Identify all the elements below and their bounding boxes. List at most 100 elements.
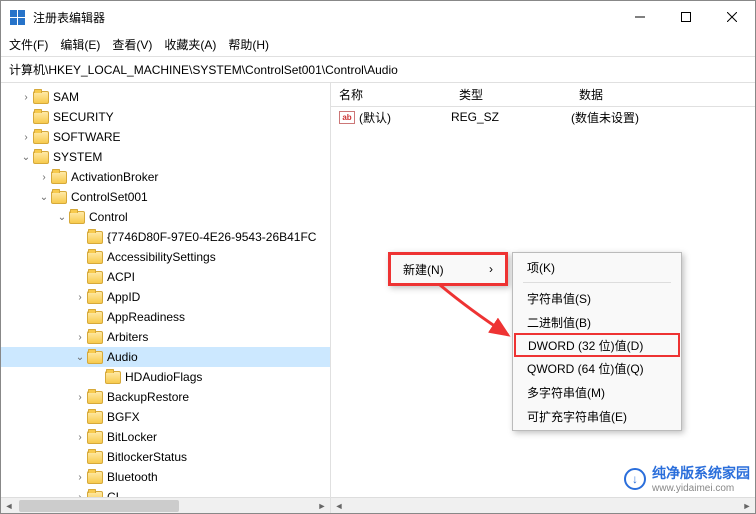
menu-item-key[interactable]: 项(K) bbox=[515, 255, 679, 279]
tree-item-label: AppReadiness bbox=[107, 310, 185, 324]
expand-chevron-icon[interactable] bbox=[73, 432, 87, 443]
tree-item[interactable]: AppID bbox=[1, 287, 330, 307]
tree-item[interactable]: ActivationBroker bbox=[1, 167, 330, 187]
tree-item[interactable]: AppReadiness bbox=[1, 307, 330, 327]
expand-chevron-icon[interactable] bbox=[55, 212, 69, 223]
app-icon bbox=[9, 9, 25, 25]
tree-item[interactable]: Control bbox=[1, 207, 330, 227]
tree-item-label: Bluetooth bbox=[107, 470, 158, 484]
tree-item[interactable]: SECURITY bbox=[1, 107, 330, 127]
expand-chevron-icon[interactable] bbox=[19, 92, 33, 103]
col-type-header[interactable]: 类型 bbox=[451, 86, 571, 103]
maximize-button[interactable] bbox=[663, 1, 709, 33]
tree-item[interactable]: SYSTEM bbox=[1, 147, 330, 167]
folder-icon bbox=[87, 231, 103, 244]
tree-item-label: SAM bbox=[53, 90, 79, 104]
folder-icon bbox=[87, 471, 103, 484]
folder-icon bbox=[51, 171, 67, 184]
menu-file[interactable]: 文件(F) bbox=[9, 36, 48, 53]
menu-item-dword[interactable]: DWORD (32 位)值(D) bbox=[514, 333, 680, 357]
tree-item[interactable]: BitLocker bbox=[1, 427, 330, 447]
value-data: (数值未设置) bbox=[571, 109, 755, 126]
menu-item-binary[interactable]: 二进制值(B) bbox=[515, 310, 679, 334]
tree-item[interactable]: BGFX bbox=[1, 407, 330, 427]
tree-item-label: AppID bbox=[107, 290, 140, 304]
tree-item-label: Arbiters bbox=[107, 330, 148, 344]
titlebar: 注册表编辑器 bbox=[1, 1, 755, 33]
menu-separator bbox=[523, 282, 671, 283]
tree-item[interactable]: BitlockerStatus bbox=[1, 447, 330, 467]
tree-item-label: HDAudioFlags bbox=[125, 370, 202, 384]
folder-icon bbox=[87, 271, 103, 284]
folder-icon bbox=[87, 331, 103, 344]
expand-chevron-icon[interactable] bbox=[73, 472, 87, 483]
watermark-icon: ↓ bbox=[624, 468, 646, 490]
menu-edit[interactable]: 编辑(E) bbox=[60, 36, 100, 53]
expand-chevron-icon[interactable] bbox=[37, 172, 51, 183]
tree-item-label: AccessibilitySettings bbox=[107, 250, 216, 264]
tree-item[interactable]: Arbiters bbox=[1, 327, 330, 347]
tree-item-label: SECURITY bbox=[53, 110, 114, 124]
watermark: ↓ 纯净版系统家园 www.yidaimei.com bbox=[624, 463, 750, 494]
scroll-left-button[interactable]: ◄ bbox=[331, 499, 347, 513]
menu-item-qword[interactable]: QWORD (64 位)值(Q) bbox=[515, 356, 679, 380]
folder-icon bbox=[87, 411, 103, 424]
folder-icon bbox=[87, 291, 103, 304]
tree-item[interactable]: ControlSet001 bbox=[1, 187, 330, 207]
close-button[interactable] bbox=[709, 1, 755, 33]
tree-item-label: BackupRestore bbox=[107, 390, 189, 404]
folder-icon bbox=[69, 211, 85, 224]
address-path: 计算机\HKEY_LOCAL_MACHINE\SYSTEM\ControlSet… bbox=[9, 61, 398, 78]
tree-item-label: BGFX bbox=[107, 410, 140, 424]
menu-item-expandstring[interactable]: 可扩充字符串值(E) bbox=[515, 404, 679, 428]
tree-item-label: Audio bbox=[107, 350, 138, 364]
tree-item-label: ACPI bbox=[107, 270, 135, 284]
expand-chevron-icon[interactable] bbox=[73, 332, 87, 343]
list-scrollbar-horizontal[interactable]: ◄ ► bbox=[331, 497, 755, 513]
col-name-header[interactable]: 名称 bbox=[331, 86, 451, 103]
col-data-header[interactable]: 数据 bbox=[571, 86, 755, 103]
folder-icon bbox=[51, 191, 67, 204]
watermark-url: www.yidaimei.com bbox=[652, 483, 750, 494]
minimize-button[interactable] bbox=[617, 1, 663, 33]
menu-view[interactable]: 查看(V) bbox=[112, 36, 152, 53]
expand-chevron-icon[interactable] bbox=[73, 392, 87, 403]
tree-pane[interactable]: SAM SECURITY SOFTWARE SYSTEM ActivationBroke… bbox=[1, 83, 331, 513]
folder-icon bbox=[105, 371, 121, 384]
scroll-right-button[interactable]: ► bbox=[314, 499, 330, 513]
tree-item[interactable]: HDAudioFlags bbox=[1, 367, 330, 387]
menu-item-multistring[interactable]: 多字符串值(M) bbox=[515, 380, 679, 404]
tree-item[interactable]: Bluetooth bbox=[1, 467, 330, 487]
scroll-right-button[interactable]: ► bbox=[739, 499, 755, 513]
scroll-left-button[interactable]: ◄ bbox=[1, 499, 17, 513]
tree-item[interactable]: SOFTWARE bbox=[1, 127, 330, 147]
folder-icon bbox=[33, 151, 49, 164]
menu-item-new[interactable]: 新建(N) › bbox=[393, 257, 503, 281]
list-header: 名称 类型 数据 bbox=[331, 83, 755, 107]
tree-item[interactable]: {7746D80F-97E0-4E26-9543-26B41FC bbox=[1, 227, 330, 247]
menu-help[interactable]: 帮助(H) bbox=[228, 36, 269, 53]
folder-icon bbox=[87, 391, 103, 404]
string-value-icon: ab bbox=[339, 111, 355, 124]
menu-favorites[interactable]: 收藏夹(A) bbox=[164, 36, 216, 53]
tree-item[interactable]: AccessibilitySettings bbox=[1, 247, 330, 267]
tree-item[interactable]: BackupRestore bbox=[1, 387, 330, 407]
expand-chevron-icon[interactable] bbox=[73, 352, 87, 363]
expand-chevron-icon[interactable] bbox=[73, 292, 87, 303]
list-row[interactable]: ab (默认) REG_SZ (数值未设置) bbox=[331, 107, 755, 127]
address-bar[interactable]: 计算机\HKEY_LOCAL_MACHINE\SYSTEM\ControlSet… bbox=[1, 57, 755, 83]
tree-item[interactable]: ACPI bbox=[1, 267, 330, 287]
menu-item-string[interactable]: 字符串值(S) bbox=[515, 286, 679, 310]
value-type: REG_SZ bbox=[451, 110, 571, 124]
tree-item-label: SYSTEM bbox=[53, 150, 102, 164]
tree-item[interactable]: SAM bbox=[1, 87, 330, 107]
window-title: 注册表编辑器 bbox=[33, 9, 617, 26]
tree-item[interactable]: Audio bbox=[1, 347, 330, 367]
context-submenu-new: 项(K) 字符串值(S) 二进制值(B) DWORD (32 位)值(D) QW… bbox=[512, 252, 682, 431]
scroll-thumb[interactable] bbox=[19, 500, 179, 512]
tree-scrollbar-horizontal[interactable]: ◄ ► bbox=[1, 497, 330, 513]
expand-chevron-icon[interactable] bbox=[19, 152, 33, 163]
expand-chevron-icon[interactable] bbox=[19, 132, 33, 143]
watermark-name: 纯净版系统家园 bbox=[652, 465, 750, 481]
expand-chevron-icon[interactable] bbox=[37, 192, 51, 203]
